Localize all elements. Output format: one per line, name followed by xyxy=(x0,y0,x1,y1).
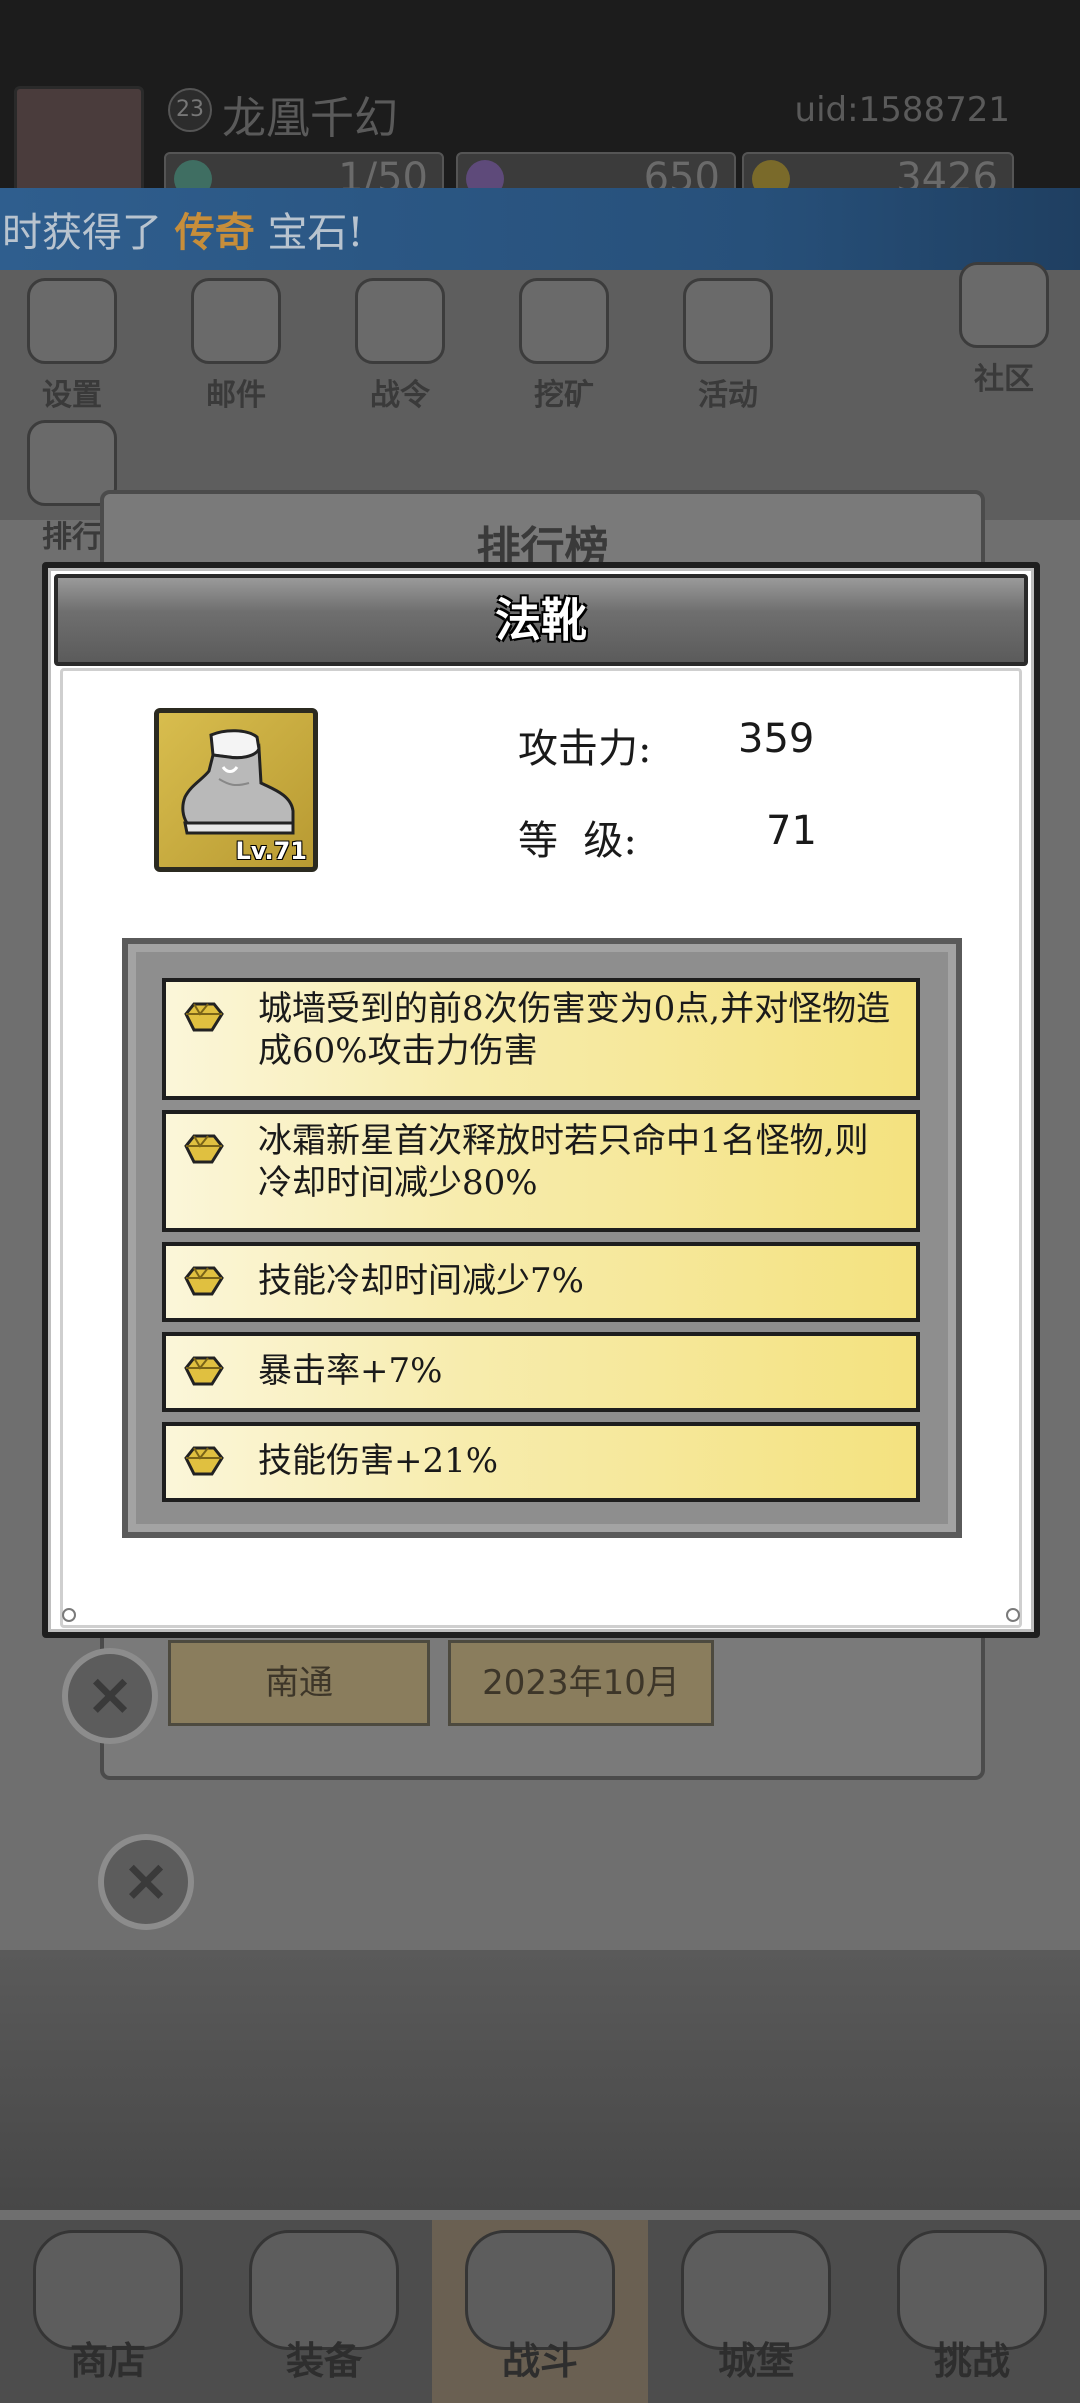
menu-mail-label: 邮件 xyxy=(206,378,266,413)
close-icon: × xyxy=(121,1846,171,1914)
nav-battle[interactable]: 战斗 xyxy=(432,2220,648,2403)
laurel-icon xyxy=(683,278,773,364)
ranking-date-cell[interactable]: 2023年10月 xyxy=(448,1640,714,1726)
corner-rivet xyxy=(62,1608,76,1622)
gem-icon xyxy=(184,1002,224,1032)
gem-icon xyxy=(184,1356,224,1386)
scene-floor xyxy=(0,1950,1080,2210)
level-value: 71 xyxy=(766,808,817,854)
effect-text: 暴击率+7% xyxy=(258,1351,443,1391)
banner-suffix: 宝石! xyxy=(267,210,364,256)
announcement-banner: 时获得了 传奇 宝石! xyxy=(0,188,1080,278)
ranking-region-cell[interactable]: 南通 xyxy=(168,1640,430,1726)
effect-row: 技能伤害+21% xyxy=(162,1422,920,1502)
menu-settings-label: 设置 xyxy=(42,378,102,413)
level-label: 等 级: xyxy=(518,818,637,864)
effects-panel: 城墙受到的前8次伤害变为0点,并对怪物造成60%攻击力伤害 冰霜新星首次释放时若… xyxy=(122,938,962,1538)
effect-text: 冰霜新星首次释放时若只命中1名怪物,则冷却时间减少80% xyxy=(258,1121,869,1203)
nav-challenge-label: 挑战 xyxy=(933,2339,1010,2383)
top-bar: 23 龙凰千幻 uid:1588721 1/50 650 3426 xyxy=(0,0,1080,204)
effect-text: 城墙受到的前8次伤害变为0点,并对怪物造成60%攻击力伤害 xyxy=(258,989,891,1071)
gem-icon xyxy=(184,1266,224,1296)
item-detail-modal: 法靴 Lv.71 攻击力: 359 等 级: 71 城墙受到的前8次伤害变为0点… xyxy=(42,562,1040,1638)
menu-battle-pass[interactable]: 战令 xyxy=(350,278,450,414)
corner-rivet xyxy=(1006,1608,1020,1622)
menu-community[interactable]: 社区 xyxy=(954,262,1054,398)
menu-mining-label: 挖矿 xyxy=(534,378,594,413)
item-level-label: Lv.71 xyxy=(235,837,308,865)
menu-events[interactable]: 活动 xyxy=(678,278,778,414)
close-button-secondary[interactable]: × xyxy=(98,1834,194,1930)
envelope-icon xyxy=(191,278,281,364)
item-icon-frame: Lv.71 xyxy=(154,708,318,872)
effect-row: 技能冷却时间减少7% xyxy=(162,1242,920,1322)
attack-label: 攻击力: xyxy=(518,726,652,772)
player-uid: uid:1588721 xyxy=(794,90,1010,130)
medal-icon xyxy=(355,278,445,364)
attack-value: 359 xyxy=(738,716,815,762)
menu-battle-pass-label: 战令 xyxy=(370,378,430,413)
effect-row: 暴击率+7% xyxy=(162,1332,920,1412)
menu-mining[interactable]: 挖矿 xyxy=(514,278,614,414)
player-avatar[interactable] xyxy=(14,86,144,196)
menu-community-label: 社区 xyxy=(974,362,1034,397)
nav-shop-label: 商店 xyxy=(69,2339,146,2383)
modal-title: 法靴 xyxy=(495,593,587,647)
gem-icon xyxy=(184,1446,224,1476)
gear-icon xyxy=(27,278,117,364)
pickaxe-icon xyxy=(519,278,609,364)
gem-icon xyxy=(184,1134,224,1164)
close-icon: × xyxy=(85,1660,135,1728)
menu-settings[interactable]: 设置 xyxy=(22,278,122,414)
nav-castle-label: 城堡 xyxy=(717,2339,794,2383)
nav-equipment[interactable]: 装备 xyxy=(216,2220,432,2403)
player-level-badge: 23 xyxy=(168,88,212,132)
nav-castle[interactable]: 城堡 xyxy=(648,2220,864,2403)
home-icon xyxy=(959,262,1049,348)
menu-events-label: 活动 xyxy=(698,378,758,413)
nav-shop[interactable]: 商店 xyxy=(0,2220,216,2403)
effect-text: 技能伤害+21% xyxy=(258,1441,499,1481)
boot-icon xyxy=(181,729,295,835)
player-name: 龙凰千幻 xyxy=(222,93,398,144)
banner-prefix: 时获得了 xyxy=(2,210,162,256)
menu-ranking-label: 排行 xyxy=(42,520,102,555)
nav-battle-label: 战斗 xyxy=(501,2339,578,2383)
nav-challenge[interactable]: 挑战 xyxy=(864,2220,1080,2403)
effect-row: 城墙受到的前8次伤害变为0点,并对怪物造成60%攻击力伤害 xyxy=(162,978,920,1100)
modal-header: 法靴 xyxy=(54,574,1028,666)
effect-row: 冰霜新星首次释放时若只命中1名怪物,则冷却时间减少80% xyxy=(162,1110,920,1232)
menu-mail[interactable]: 邮件 xyxy=(186,278,286,414)
close-button[interactable]: × xyxy=(62,1648,158,1744)
nav-equipment-label: 装备 xyxy=(285,2339,362,2383)
banner-highlight: 传奇 xyxy=(174,209,255,256)
effect-text: 技能冷却时间减少7% xyxy=(258,1261,584,1301)
